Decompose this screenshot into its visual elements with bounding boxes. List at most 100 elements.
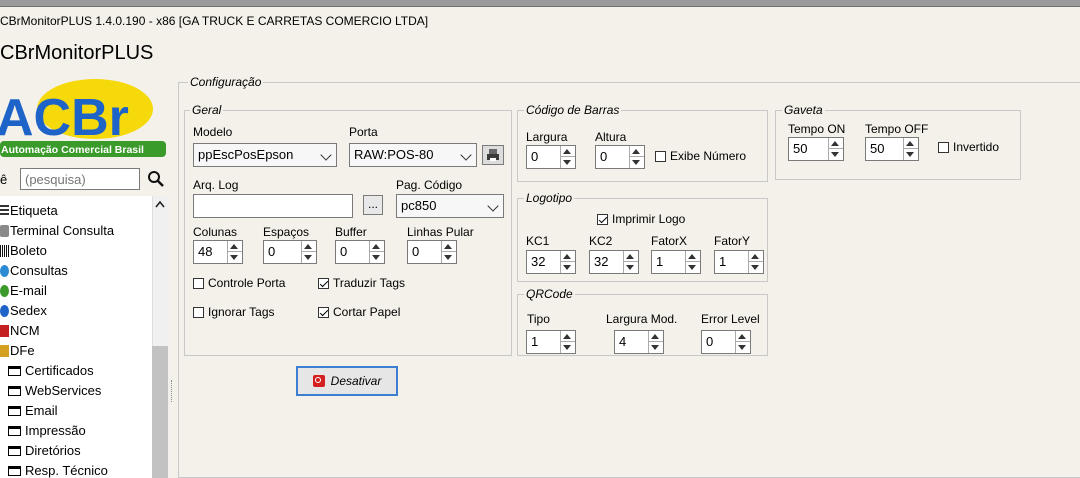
tempo-on-spin[interactable]: 50 <box>788 137 844 161</box>
spin-up-icon[interactable] <box>563 149 571 154</box>
tree-item-dfe[interactable]: DFe <box>0 341 35 361</box>
spin-down-icon[interactable] <box>444 255 452 260</box>
desativar-button[interactable]: Desativar <box>296 366 398 396</box>
barras-altura-spin[interactable]: 0 <box>595 145 645 169</box>
checkbox-box[interactable] <box>655 150 666 162</box>
spin-down-icon[interactable] <box>372 255 380 260</box>
kc1-spin[interactable]: 32 <box>526 250 576 274</box>
spin-up-icon[interactable] <box>688 254 696 259</box>
tree-item-ncm[interactable]: NCM <box>0 321 40 341</box>
tempo-off-spin[interactable]: 50 <box>865 137 919 161</box>
spin-up-icon[interactable] <box>304 244 312 249</box>
spin-down-icon[interactable] <box>230 255 238 260</box>
invertido-checkbox[interactable]: Invertido <box>938 140 999 154</box>
fatorx-spin[interactable]: 1 <box>651 250 701 274</box>
tree-scrollbar-thumb[interactable] <box>152 346 168 478</box>
exibe-numero-checkbox[interactable]: Exibe Número <box>655 149 746 163</box>
test-printer-button[interactable] <box>482 145 504 165</box>
spin-up-icon[interactable] <box>738 334 746 339</box>
controle-porta-checkbox[interactable]: Controle Porta <box>193 276 285 290</box>
tree-item-sedex[interactable]: Sedex <box>0 301 47 321</box>
tree-item-webservices[interactable]: WebServices <box>8 381 101 401</box>
tree-item-terminal-consulta[interactable]: Terminal Consulta <box>0 221 114 241</box>
traduzir-tags-checkbox[interactable]: Traduzir Tags <box>318 276 405 290</box>
spin-down-icon[interactable] <box>563 265 571 270</box>
spin-down-icon[interactable] <box>304 255 312 260</box>
spin-buttons[interactable] <box>685 251 700 273</box>
spin-buttons[interactable] <box>560 251 575 273</box>
spin-buttons[interactable] <box>623 251 638 273</box>
spin-up-icon[interactable] <box>444 244 452 249</box>
spin-up-icon[interactable] <box>632 149 640 154</box>
spin-buttons[interactable] <box>828 138 843 160</box>
spin-buttons[interactable] <box>227 241 242 263</box>
imprimir-logo-checkbox[interactable]: Imprimir Logo <box>597 212 685 226</box>
spin-buttons[interactable] <box>560 331 575 353</box>
spin-buttons[interactable] <box>441 241 456 263</box>
spin-up-icon[interactable] <box>831 141 839 146</box>
spin-buttons[interactable] <box>748 251 763 273</box>
spin-down-icon[interactable] <box>751 265 759 270</box>
colunas-spin[interactable]: 48 <box>193 240 243 264</box>
spin-buttons[interactable] <box>629 146 644 168</box>
scroll-up-icon[interactable] <box>152 196 168 212</box>
tree-item-consultas[interactable]: Consultas <box>0 261 68 281</box>
checkbox-box[interactable] <box>318 277 329 289</box>
spin-buttons[interactable] <box>735 331 750 353</box>
modelo-select[interactable]: ppEscPosEpson <box>193 143 337 167</box>
fatory-spin[interactable]: 1 <box>714 250 764 274</box>
spin-up-icon[interactable] <box>563 254 571 259</box>
spin-down-icon[interactable] <box>651 345 659 350</box>
spin-up-icon[interactable] <box>230 244 238 249</box>
checkbox-box[interactable] <box>938 141 949 153</box>
arqlog-input[interactable] <box>193 194 353 218</box>
linhas-spin[interactable]: 0 <box>407 240 457 264</box>
spin-down-icon[interactable] <box>906 152 914 157</box>
porta-select[interactable]: RAW:POS-80 <box>349 143 477 167</box>
ignorar-tags-checkbox[interactable]: Ignorar Tags <box>193 305 275 319</box>
cortar-papel-checkbox[interactable]: Cortar Papel <box>318 305 400 319</box>
spin-down-icon[interactable] <box>626 265 634 270</box>
spin-up-icon[interactable] <box>651 334 659 339</box>
tree-item-diretorios[interactable]: Diretórios <box>8 441 81 461</box>
tree-item-impressao[interactable]: Impressão <box>8 421 86 441</box>
spin-down-icon[interactable] <box>738 345 746 350</box>
buffer-spin[interactable]: 0 <box>335 240 385 264</box>
spin-buttons[interactable] <box>301 241 316 263</box>
barras-largura-spin[interactable]: 0 <box>526 145 576 169</box>
pagcod-select[interactable]: pc850 <box>396 194 504 218</box>
qrcode-tipo-spin[interactable]: 1 <box>526 330 576 354</box>
checkbox-box[interactable] <box>193 277 204 289</box>
checkbox-box[interactable] <box>318 306 329 318</box>
qrcode-error-spin[interactable]: 0 <box>701 330 751 354</box>
espacos-spin[interactable]: 0 <box>263 240 317 264</box>
spin-buttons[interactable] <box>903 138 918 160</box>
search-icon[interactable] <box>146 169 166 189</box>
search-input[interactable] <box>20 168 140 190</box>
spin-up-icon[interactable] <box>626 254 634 259</box>
spin-buttons[interactable] <box>369 241 384 263</box>
spin-down-icon[interactable] <box>831 152 839 157</box>
spin-up-icon[interactable] <box>372 244 380 249</box>
spin-down-icon[interactable] <box>632 160 640 165</box>
spin-up-icon[interactable] <box>751 254 759 259</box>
checkbox-box[interactable] <box>193 306 204 318</box>
browse-arqlog-button[interactable]: ... <box>363 195 383 215</box>
menu-tree[interactable]: Etiqueta Terminal Consulta Boleto Consul… <box>0 196 168 478</box>
kc2-spin[interactable]: 32 <box>589 250 639 274</box>
spin-down-icon[interactable] <box>688 265 696 270</box>
panel-splitter[interactable] <box>171 380 175 402</box>
tree-item-boleto[interactable]: Boleto <box>0 241 47 261</box>
spin-buttons[interactable] <box>560 146 575 168</box>
checkbox-box[interactable] <box>597 213 608 225</box>
tree-item-email[interactable]: E-mail <box>0 281 47 301</box>
tree-item-certificados[interactable]: Certificados <box>8 361 94 381</box>
spin-buttons[interactable] <box>648 331 663 353</box>
qrcode-largura-spin[interactable]: 4 <box>614 330 664 354</box>
spin-up-icon[interactable] <box>563 334 571 339</box>
spin-down-icon[interactable] <box>563 160 571 165</box>
spin-down-icon[interactable] <box>563 345 571 350</box>
tree-item-email-config[interactable]: Email <box>8 401 58 421</box>
tree-item-resp-tecnico[interactable]: Resp. Técnico <box>8 461 108 478</box>
spin-up-icon[interactable] <box>906 141 914 146</box>
